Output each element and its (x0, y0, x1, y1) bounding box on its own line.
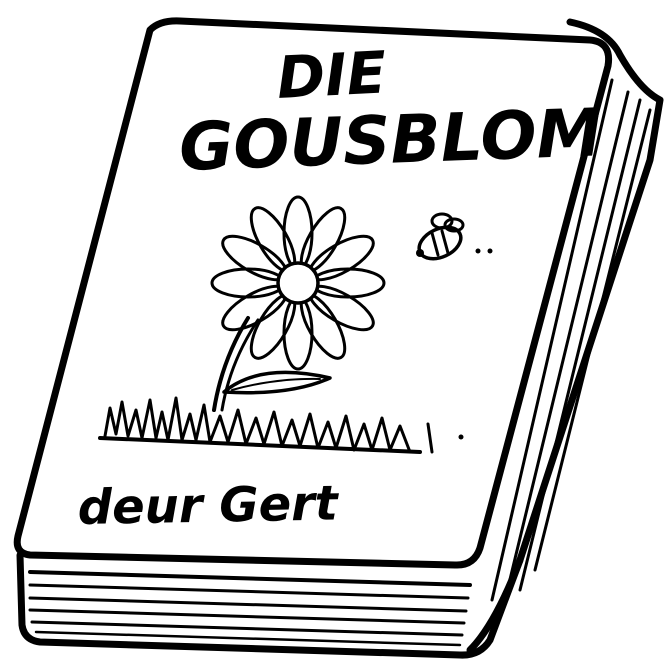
bee-icon (416, 212, 493, 261)
book-title-line1: DIE (275, 38, 388, 112)
book-title-line2: GOUSBLOM (178, 94, 604, 186)
book-illustration: DIE GOUSBLOM deur Gert (13, 17, 664, 659)
book-pages (16, 551, 524, 659)
book-author: deur Gert (77, 475, 340, 536)
grass-icon (98, 396, 464, 454)
daisy-flower-icon (210, 195, 386, 412)
